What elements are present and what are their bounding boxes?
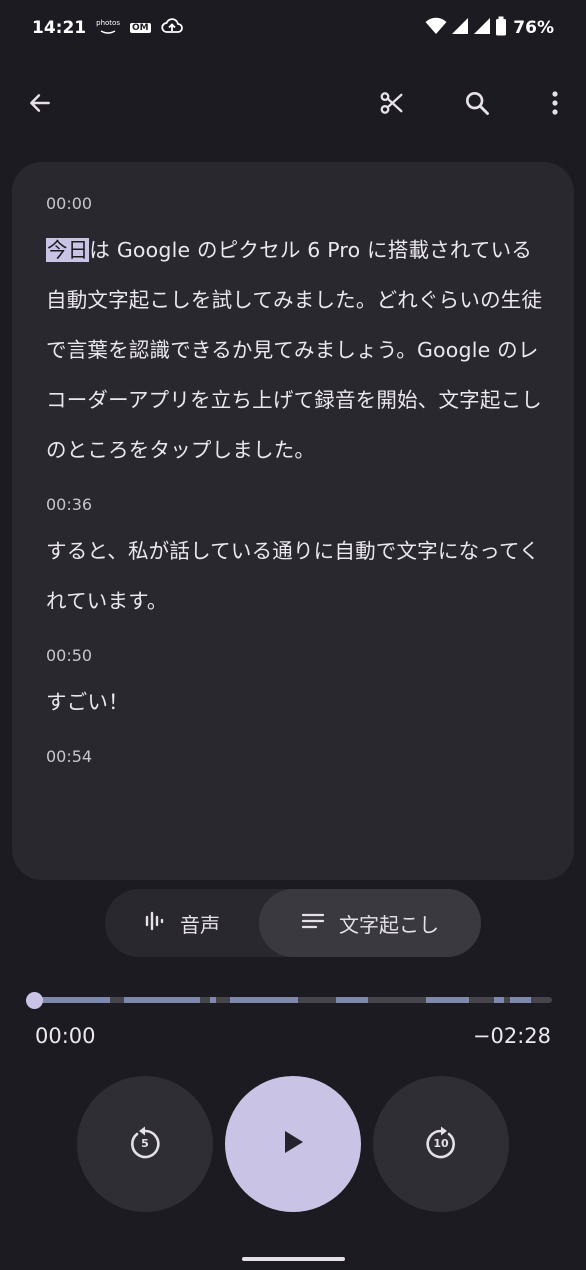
scissors-icon	[378, 89, 406, 121]
om-notification-icon: OM	[129, 23, 151, 33]
wifi-icon	[425, 17, 447, 40]
speech-segment-mark	[230, 997, 298, 1003]
play-button[interactable]	[225, 1076, 361, 1212]
photos-notification-icon: photos	[96, 19, 120, 37]
segment-text[interactable]: すごい！	[46, 677, 546, 727]
speech-segment-mark	[336, 997, 368, 1003]
highlighted-word[interactable]: 今日	[46, 238, 90, 262]
transcript-card[interactable]: 00:00 今日は Google のピクセル 6 Pro に搭載されている自動文…	[12, 162, 574, 880]
home-indicator[interactable]	[242, 1257, 345, 1261]
signal-icon-2	[473, 17, 491, 40]
audio-tab-label: 音声	[180, 912, 220, 937]
arrow-left-icon	[27, 90, 53, 120]
forward-seconds-label: 10	[433, 1137, 449, 1150]
remaining-time: −02:28	[472, 1024, 551, 1048]
search-button[interactable]	[453, 81, 501, 129]
waveform-icon	[144, 910, 166, 937]
speech-segment-mark	[124, 997, 200, 1003]
status-bar: 14:21 photos OM 76%	[0, 0, 586, 56]
more-options-button[interactable]	[531, 81, 579, 129]
app-bar	[0, 74, 586, 136]
text-lines-icon	[301, 911, 325, 936]
transcript-list: 00:00 今日は Google のピクセル 6 Pro に搭載されている自動文…	[46, 192, 546, 769]
more-vert-icon	[551, 90, 559, 120]
recorder-screen: 14:21 photos OM 76% 00:00 今日は Google のピク…	[0, 0, 586, 1270]
segment-text[interactable]: 今日は Google のピクセル 6 Pro に搭載されている自動文字起こしを試…	[46, 225, 546, 475]
forward-10-icon: 10	[423, 1126, 459, 1162]
speech-segment-mark	[494, 997, 504, 1003]
playback-progress-track[interactable]	[34, 997, 552, 1003]
transcript-segment[interactable]: 00:00 今日は Google のピクセル 6 Pro に搭載されている自動文…	[46, 192, 546, 475]
photos-label: photos	[96, 19, 120, 27]
playback-scrubber-handle[interactable]	[26, 992, 43, 1009]
segment-text[interactable]: すると、私が話している通りに自動で文字になってくれています。	[46, 526, 546, 626]
audio-tab[interactable]: 音声	[105, 889, 259, 957]
search-icon	[463, 89, 491, 121]
segment-text-body: は Google のピクセル 6 Pro に搭載されている自動文字起こしを試して…	[46, 238, 543, 462]
view-toggle: 音声 文字起こし	[105, 889, 481, 957]
forward-10-button[interactable]: 10	[373, 1076, 509, 1212]
speech-segment-mark	[42, 997, 110, 1003]
rewind-5-button[interactable]: 5	[77, 1076, 213, 1212]
speech-segment-mark	[210, 997, 216, 1003]
speech-segment-mark	[426, 997, 469, 1003]
status-left: 14:21 photos OM	[32, 17, 183, 40]
signal-icon	[451, 17, 469, 40]
speech-segment-mark	[510, 997, 531, 1003]
segment-timestamp: 00:50	[46, 646, 93, 665]
back-button[interactable]	[16, 81, 64, 129]
current-time: 00:00	[35, 1024, 96, 1048]
trim-button[interactable]	[368, 81, 416, 129]
play-icon	[280, 1128, 306, 1160]
replay-5-icon: 5	[127, 1126, 163, 1162]
segment-timestamp: 00:36	[46, 495, 93, 514]
battery-icon	[495, 16, 507, 41]
transcript-tab[interactable]: 文字起こし	[259, 889, 481, 957]
transcript-tab-label: 文字起こし	[339, 912, 439, 937]
segment-timestamp: 00:00	[46, 194, 93, 213]
rewind-seconds-label: 5	[141, 1137, 149, 1150]
segment-timestamp: 00:54	[46, 747, 93, 766]
status-right: 76%	[425, 16, 554, 41]
status-time: 14:21	[32, 18, 87, 38]
transcript-segment[interactable]: 00:36 すると、私が話している通りに自動で文字になってくれています。	[46, 493, 546, 626]
battery-percent: 76%	[513, 18, 554, 38]
cloud-upload-icon	[160, 17, 183, 40]
transcript-segment[interactable]: 00:54	[46, 745, 546, 769]
transcript-segment[interactable]: 00:50 すごい！	[46, 644, 546, 727]
